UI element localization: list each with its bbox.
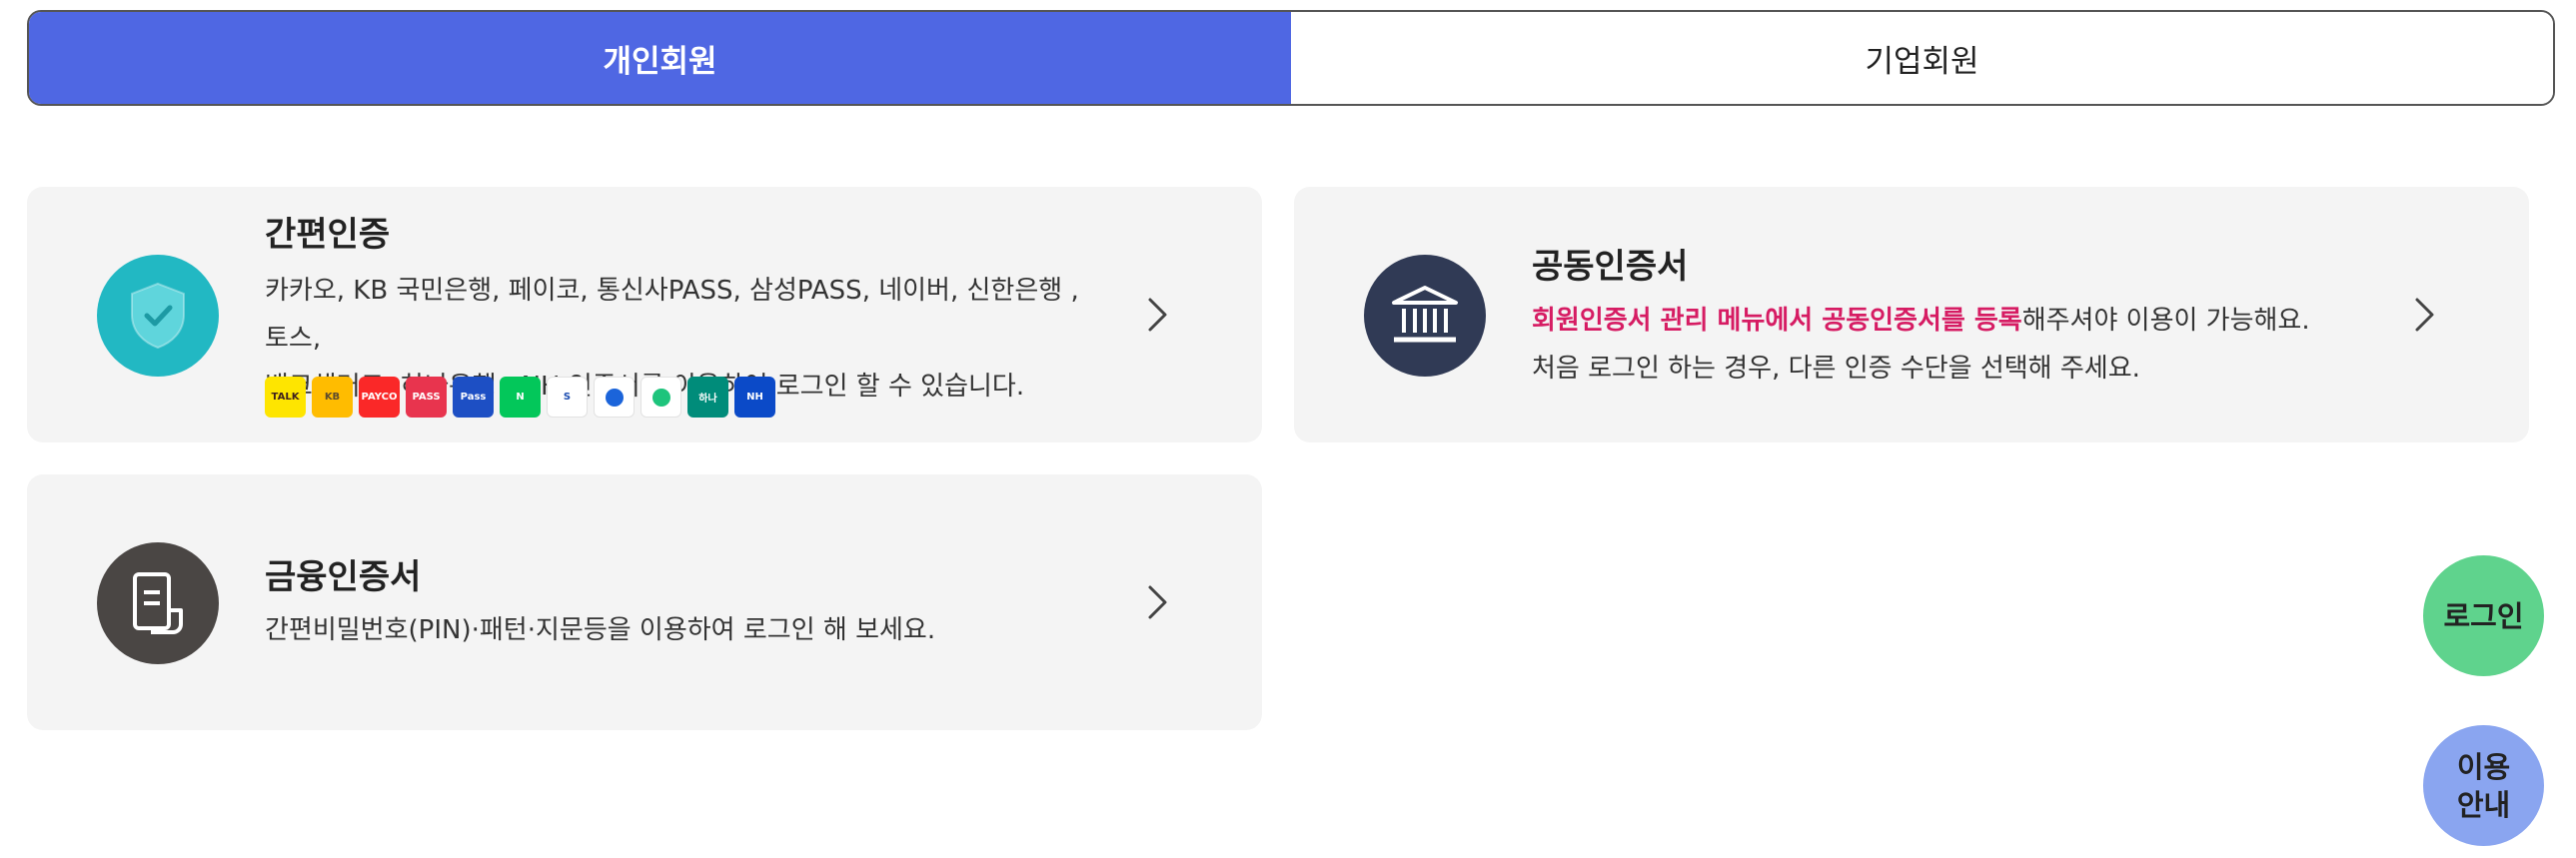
- kb-kookmin-logo-label: KB: [324, 392, 341, 403]
- nh-bank-logo-label: NH: [746, 392, 763, 403]
- bank-building-icon: [1364, 255, 1486, 377]
- hana-bank-logo-label: 하나: [698, 394, 717, 405]
- easy-auth-desc-line1: 카카오, KB 국민은행, 페이코, 통신사PASS, 삼성PASS, 네이버,…: [265, 276, 1079, 354]
- finance-cert-card[interactable]: 금융인증서 간편비밀번호(PIN)·패턴·지문등을 이용하여 로그인 해 보세요…: [27, 474, 1262, 730]
- payco-logo-icon: PAYCO: [359, 377, 400, 418]
- easy-auth-card[interactable]: 간편인증 카카오, KB 국민은행, 페이코, 통신사PASS, 삼성PASS,…: [27, 187, 1262, 442]
- tab-personal[interactable]: 개인회원: [29, 12, 1291, 104]
- shinhan-bank-logo-icon: S: [547, 377, 588, 418]
- joint-cert-desc-line1: 회원인증서 관리 메뉴에서 공동인증서를 등록해주셔야 이용이 가능해요.: [1532, 297, 2431, 345]
- chevron-right-icon: [2415, 298, 2434, 332]
- shield-check-icon: [97, 255, 219, 377]
- joint-cert-desc-line1-rest: 해주셔야 이용이 가능해요.: [2021, 306, 2310, 336]
- joint-cert-description: 회원인증서 관리 메뉴에서 공동인증서를 등록해주셔야 이용이 가능해요. 처음…: [1532, 297, 2431, 393]
- tab-business[interactable]: 기업회원: [1291, 12, 2553, 104]
- samsung-pass-logo-icon: Pass: [453, 377, 494, 418]
- shinhan-bank-logo-label: S: [563, 392, 572, 403]
- naver-logo-icon: N: [500, 377, 541, 418]
- naver-logo-label: N: [516, 392, 525, 403]
- pass-telecom-logo-icon: PASS: [406, 377, 447, 418]
- floating-guide-button[interactable]: 이용 안내: [2423, 725, 2544, 846]
- easy-auth-title: 간편인증: [265, 215, 391, 255]
- toss-logo-icon: [594, 377, 635, 418]
- joint-cert-title: 공동인증서: [1532, 247, 1689, 287]
- kakao-talk-logo-label: TALK: [271, 392, 300, 403]
- floating-login-button[interactable]: 로그인: [2423, 555, 2544, 676]
- provider-logos: TALK KB PAYCO PASS Pass N S 하나 NH: [265, 377, 775, 418]
- pass-telecom-logo-label: PASS: [412, 392, 441, 403]
- finance-cert-title: 금융인증서: [265, 557, 422, 597]
- finance-cert-description: 간편비밀번호(PIN)·패턴·지문등을 이용하여 로그인 해 보세요.: [265, 615, 936, 645]
- joint-cert-card[interactable]: 공동인증서 회원인증서 관리 메뉴에서 공동인증서를 등록해주셔야 이용이 가능…: [1294, 187, 2529, 442]
- kakao-talk-logo-icon: TALK: [265, 377, 306, 418]
- kb-kookmin-logo-icon: KB: [312, 377, 353, 418]
- payco-logo-label: PAYCO: [361, 392, 398, 403]
- guide-label-line2: 안내: [2456, 787, 2511, 822]
- banksalad-logo-icon: [641, 377, 681, 418]
- samsung-pass-logo-label: Pass: [460, 392, 487, 403]
- member-type-tabs: 개인회원 기업회원: [27, 10, 2555, 106]
- document-icon: [97, 542, 219, 664]
- chevron-right-icon: [1148, 585, 1167, 619]
- chevron-right-icon: [1148, 298, 1167, 332]
- guide-label-line1: 이용: [2456, 749, 2511, 784]
- joint-cert-highlight: 회원인증서 관리 메뉴에서 공동인증서를 등록: [1532, 306, 2022, 336]
- nh-bank-logo-icon: NH: [734, 377, 775, 418]
- hana-bank-logo-icon: 하나: [687, 377, 728, 418]
- joint-cert-desc-line2: 처음 로그인 하는 경우, 다른 인증 수단을 선택해 주세요.: [1532, 354, 2140, 384]
